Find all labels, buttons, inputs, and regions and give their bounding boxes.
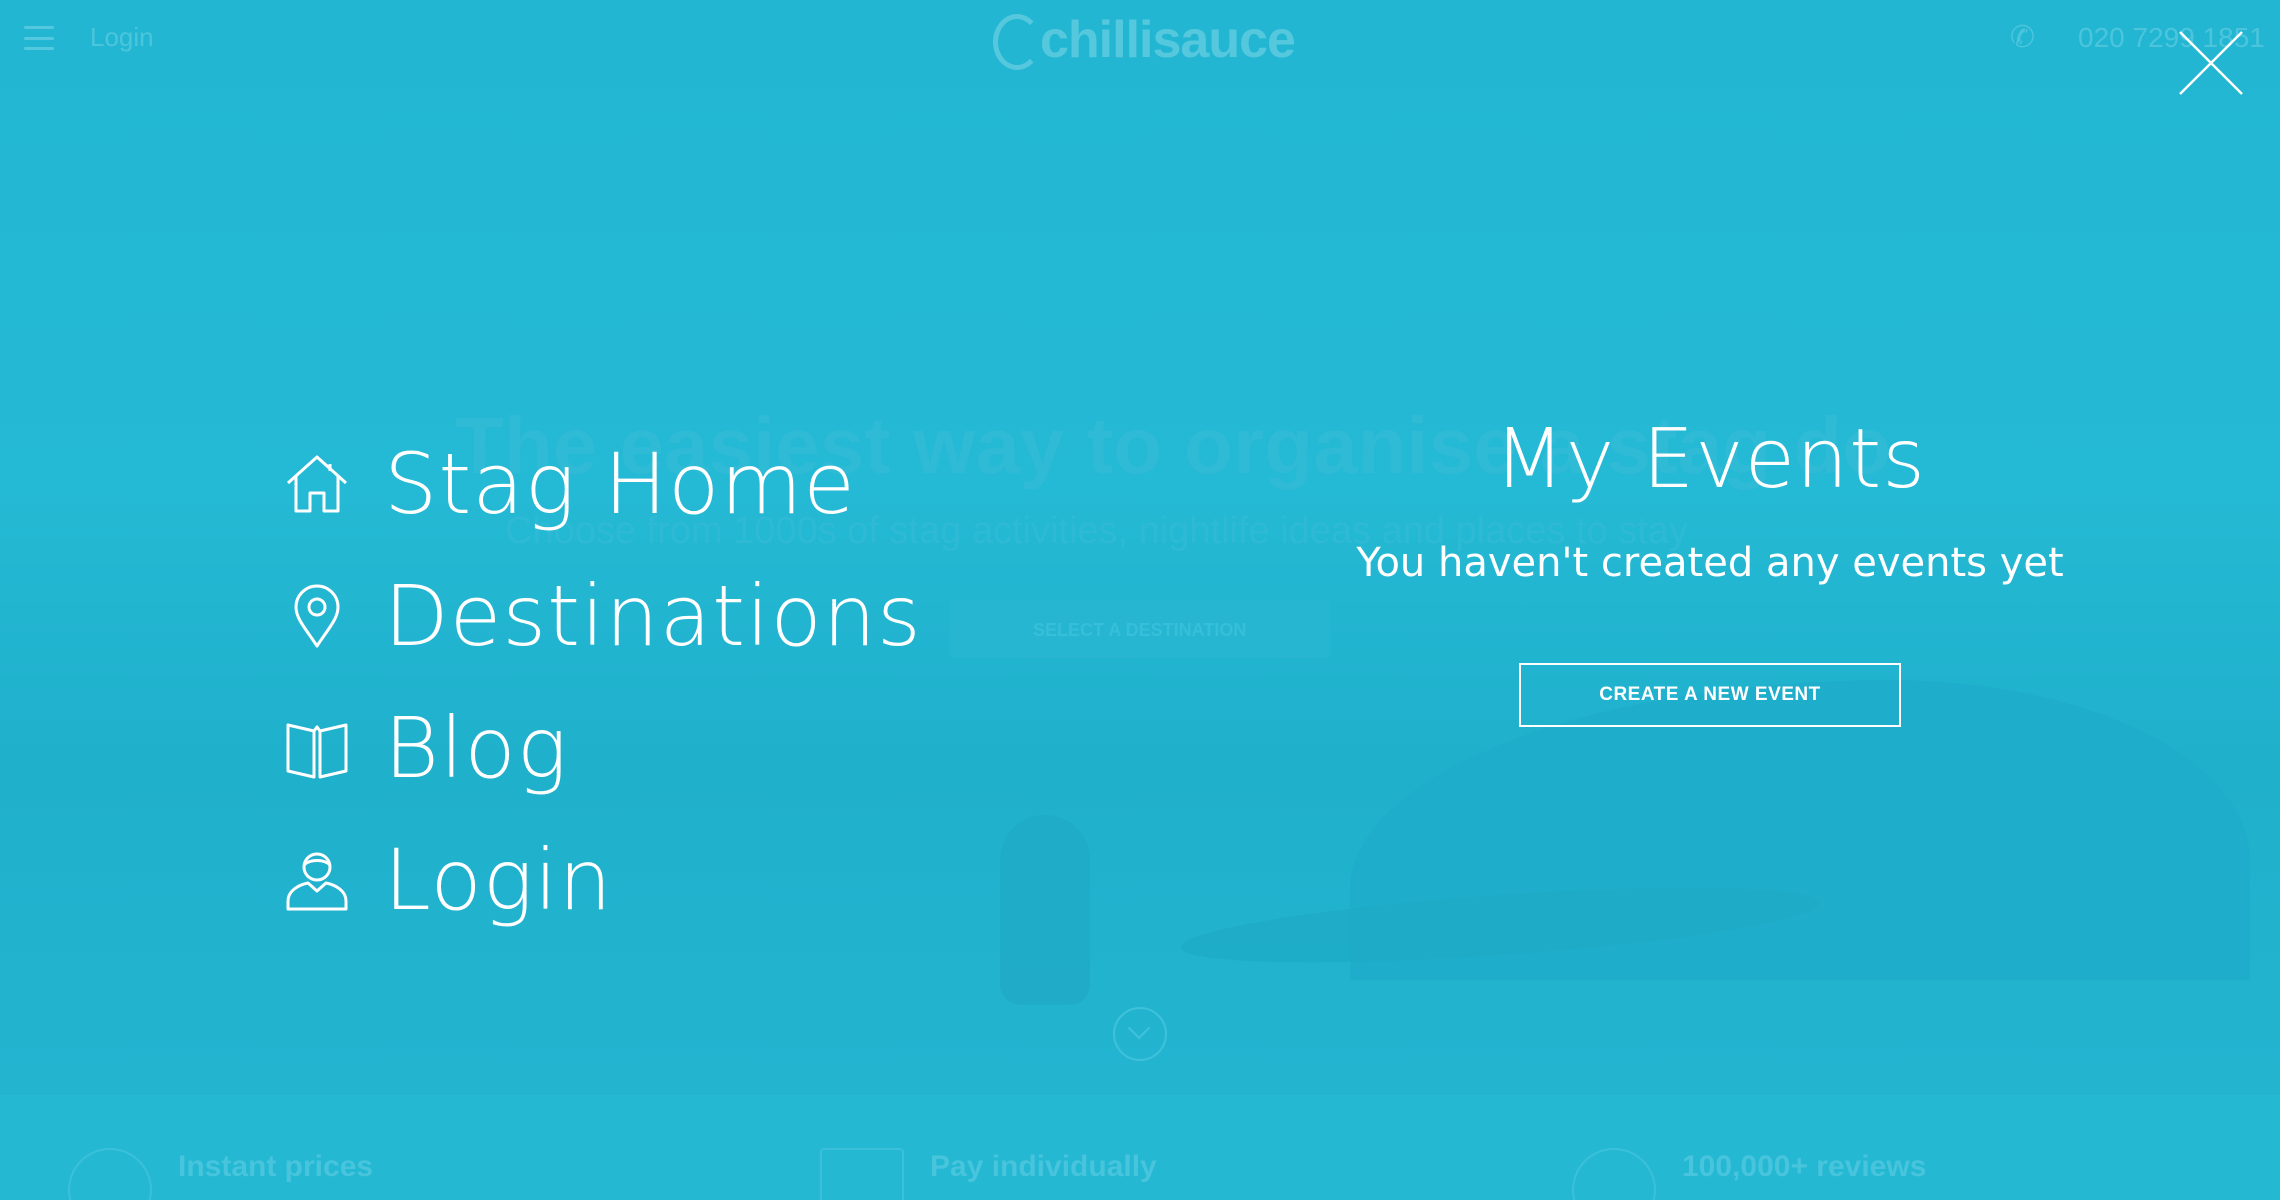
nav-label-stag-home: Stag Home: [384, 435, 856, 533]
nav-item-blog[interactable]: Blog: [284, 682, 922, 814]
user-icon: [284, 847, 350, 913]
home-icon: [284, 451, 350, 517]
nav-item-stag-home[interactable]: Stag Home: [284, 418, 922, 550]
nav-label-destinations: Destinations: [384, 567, 922, 665]
book-icon: [284, 715, 350, 781]
menu-overlay: Stag Home Destinations Blog Login My Eve…: [0, 0, 2280, 1200]
nav-label-blog: Blog: [384, 699, 569, 797]
create-new-event-button[interactable]: CREATE A NEW EVENT: [1519, 663, 1901, 727]
no-events-message: You haven't created any events yet: [1356, 540, 2064, 586]
map-pin-icon: [284, 583, 350, 649]
my-events-title: My Events: [1494, 412, 1926, 507]
close-menu-button[interactable]: [2178, 30, 2244, 96]
nav-label-login: Login: [384, 831, 613, 929]
close-icon: [2179, 31, 2243, 95]
nav-item-login[interactable]: Login: [284, 814, 922, 946]
main-nav: Stag Home Destinations Blog Login: [284, 418, 922, 946]
page: Login chillisauce ✆ 020 7299 1851 The ea…: [0, 0, 2280, 1200]
my-events-panel: My Events You haven't created any events…: [1300, 405, 2120, 727]
nav-item-destinations[interactable]: Destinations: [284, 550, 922, 682]
